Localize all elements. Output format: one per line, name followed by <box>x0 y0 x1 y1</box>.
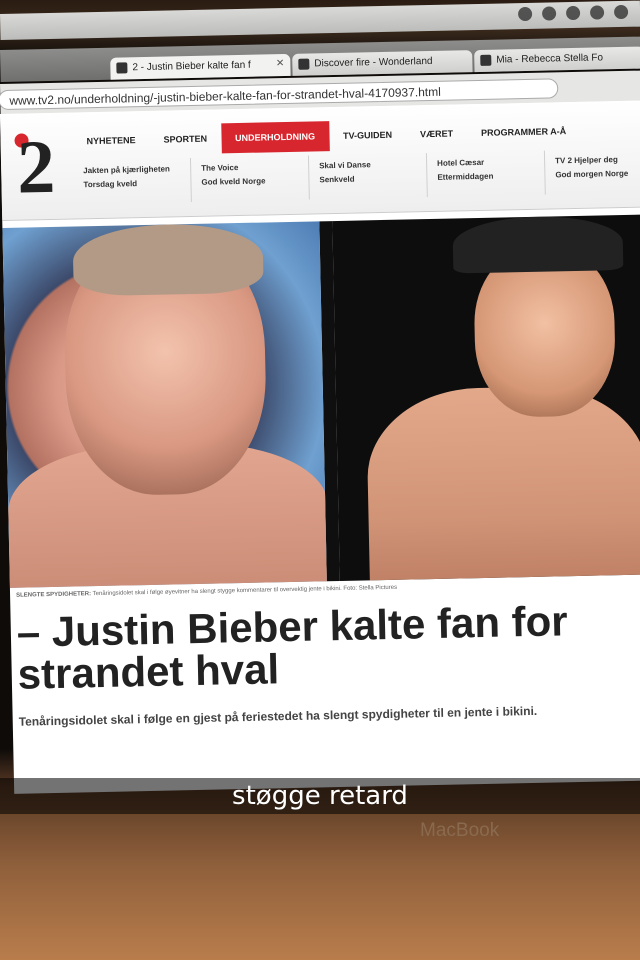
logo-text: 2 <box>16 124 56 210</box>
subnav-column: Skal vi Danse Senkveld <box>308 153 428 200</box>
tab-label: 2 - Justin Bieber kalte fan f <box>132 59 251 74</box>
photo-right <box>332 214 640 581</box>
menu-bar <box>0 0 640 40</box>
subnav-link[interactable]: Ettermiddagen <box>437 169 534 185</box>
article-lead: Tenåringsidolet skal i følge en gjest på… <box>18 703 538 729</box>
subnav-link[interactable]: God morgen Norge <box>555 166 640 182</box>
nav-programmer[interactable]: PROGRAMMER A-Å <box>467 116 581 148</box>
subnav-link[interactable]: Jakten på kjærligheten <box>83 162 180 178</box>
bluetooth-icon[interactable] <box>589 5 605 20</box>
photo-shape <box>72 222 264 297</box>
photo-left <box>2 221 327 588</box>
nav-sporten[interactable]: SPORTEN <box>149 123 221 154</box>
tv2-favicon-icon <box>116 62 128 74</box>
subnav-link[interactable]: Senkveld <box>319 171 416 187</box>
caption-label: SLENGTE SPYDIGHETER: <box>16 591 92 599</box>
nav-underholdning[interactable]: UNDERHOLDNING <box>220 121 330 154</box>
sub-nav: Jakten på kjærligheten Torsdag kveld The… <box>72 148 640 205</box>
subnav-column: Jakten på kjærligheten Torsdag kveld <box>72 158 192 205</box>
close-tab-icon[interactable]: ✕ <box>276 58 285 69</box>
wifi-icon[interactable] <box>613 4 629 20</box>
photo-shape <box>452 214 624 274</box>
subnav-column: TV 2 Hjelper deg God morgen Norge <box>544 148 640 195</box>
subnav-column: Hotel Cæsar Ettermiddagen <box>426 150 546 198</box>
tab-label: Discover fire - Wonderland <box>314 55 433 70</box>
subnav-column: The Voice God kveld Norge <box>190 155 310 203</box>
tv2-logo[interactable]: 2 <box>14 125 61 210</box>
snap-caption-text: støgge retard <box>232 781 408 811</box>
tab-discover-fire[interactable]: Discover fire - Wonderland <box>292 50 473 76</box>
site-favicon-icon <box>298 58 310 70</box>
snap-caption-bar: støgge retard <box>0 778 640 814</box>
dropbox-icon[interactable] <box>541 6 557 21</box>
caption-text: Tenåringsidolet skal i følge øyevitner h… <box>92 584 398 598</box>
tab-tv2-article[interactable]: 2 - Justin Bieber kalte fan f ✕ <box>110 53 291 80</box>
laptop-brand-label: MacBook <box>420 820 500 841</box>
nav-nyhetene[interactable]: NYHETENE <box>72 125 150 157</box>
main-nav: NYHETENE SPORTEN UNDERHOLDNING TV-GUIDEN… <box>72 116 580 157</box>
status-icons <box>517 4 629 22</box>
time-machine-icon[interactable] <box>565 5 581 21</box>
subnav-link[interactable]: God kveld Norge <box>201 174 298 190</box>
web-page: 2 NYHETENE SPORTEN UNDERHOLDNING TV-GUID… <box>0 100 640 794</box>
article-photos[interactable] <box>2 214 640 588</box>
subnav-link[interactable]: Torsdag kveld <box>83 176 180 192</box>
tab-label: Mia - Rebecca Stella Fo <box>496 52 604 66</box>
site-header: 2 NYHETENE SPORTEN UNDERHOLDNING TV-GUID… <box>0 100 640 221</box>
photo-shape <box>365 384 640 581</box>
tab-mia[interactable]: Mia - Rebecca Stella Fo <box>474 46 640 73</box>
sync-icon[interactable] <box>517 6 533 22</box>
nav-vaeret[interactable]: VÆRET <box>406 118 468 149</box>
site-favicon-icon <box>480 54 492 66</box>
nav-tv-guiden[interactable]: TV-GUIDEN <box>329 120 407 152</box>
article-headline: – Justin Bieber kalte fan for strandet h… <box>16 597 569 698</box>
